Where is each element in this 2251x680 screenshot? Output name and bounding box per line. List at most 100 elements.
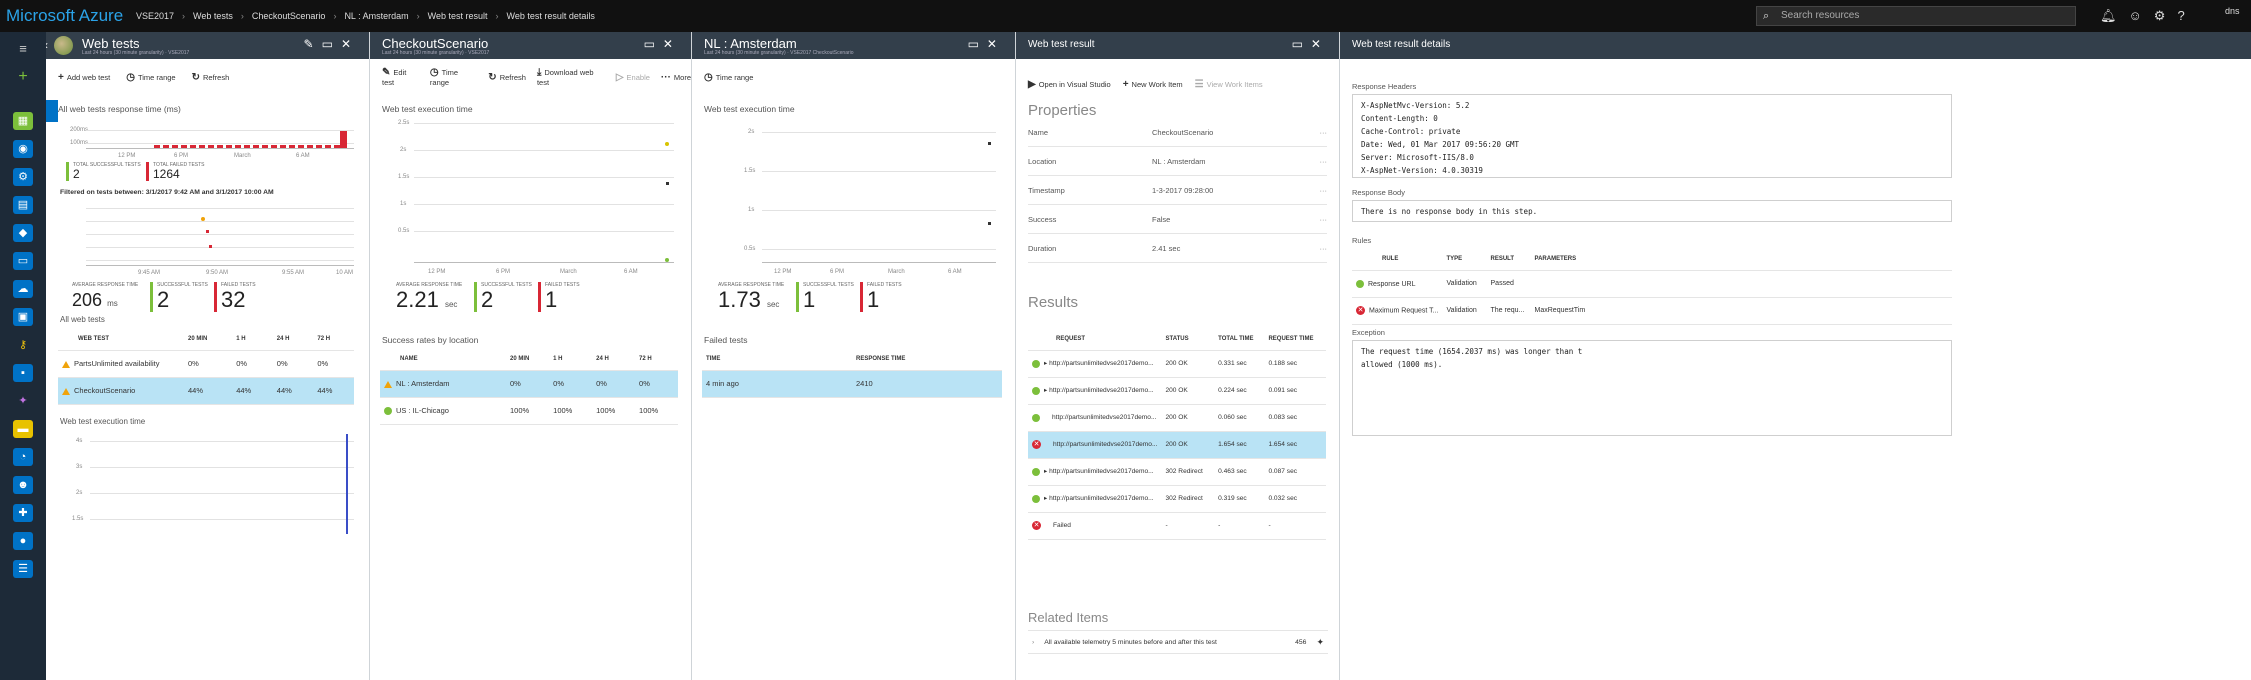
user-account[interactable]: dns xyxy=(2225,6,2240,16)
total-successful-metric[interactable]: TOTAL SUCCESSFUL TESTS 2 xyxy=(66,162,141,181)
col-header[interactable]: REQUEST TIME xyxy=(1264,328,1326,351)
refresh-button[interactable]: ↻ Refresh xyxy=(192,72,230,83)
failed-tests-metric[interactable]: FAILED TESTS 1 xyxy=(538,282,580,312)
edit-test-button[interactable]: ✎ Edit test xyxy=(382,67,419,87)
monitor-icon[interactable]: ▭ xyxy=(13,252,33,270)
avg-response-metric[interactable]: AVERAGE RESPONSE TIME 1.73 sec xyxy=(718,282,784,317)
new-work-item-button[interactable]: + New Work Item xyxy=(1123,79,1183,90)
brand-logo[interactable]: Microsoft Azure xyxy=(0,6,136,26)
table-row[interactable]: ▸ http://partsunlimitedvse2017demo... 20… xyxy=(1028,377,1326,405)
time-range-button[interactable]: ◷ Time range xyxy=(126,72,175,83)
more-button[interactable]: ··· More xyxy=(661,72,691,83)
col-header[interactable]: STATUS xyxy=(1161,328,1215,351)
window-controls[interactable]: ▭✕ xyxy=(644,37,681,51)
more-icon[interactable]: ··· xyxy=(1320,157,1328,166)
table-row[interactable]: ✕ Maximum Request T... Validation The req… xyxy=(1352,297,1952,325)
data-point[interactable] xyxy=(666,182,669,185)
col-header[interactable]: 24 H xyxy=(272,328,314,351)
menu-icon[interactable]: ≡ xyxy=(13,40,33,58)
chart-icon[interactable]: ◔ xyxy=(13,448,33,466)
table-row[interactable]: ▸ http://partsunlimitedvse2017demo... 30… xyxy=(1028,458,1326,486)
time-range-button[interactable]: ◷ Time range xyxy=(704,72,753,83)
data-point[interactable] xyxy=(665,142,669,146)
failed-tests-metric[interactable]: FAILED TESTS 32 xyxy=(214,282,256,312)
more-icon[interactable]: ··· xyxy=(1320,186,1328,195)
col-header[interactable]: 20 MIN xyxy=(184,328,233,351)
card-icon[interactable]: ▬ xyxy=(13,420,33,438)
table-row[interactable]: PartsUnlimited availability 0% 0% 0% 0% xyxy=(58,350,354,378)
table-row[interactable]: US : IL-Chicago 100% 100% 100% 100% xyxy=(380,397,678,425)
key-icon[interactable]: ⚷ xyxy=(13,336,33,354)
table-row[interactable]: ▸ http://partsunlimitedvse2017demo... 20… xyxy=(1028,350,1326,378)
bell-icon[interactable]: 🔔︎ xyxy=(2100,8,2117,24)
exception-box[interactable]: The request time (1654.2037 ms) was long… xyxy=(1352,340,1952,436)
col-header[interactable]: 20 MIN xyxy=(506,348,550,371)
breadcrumb-web-test-result[interactable]: Web test result xyxy=(428,11,488,21)
col-header[interactable]: REQUEST xyxy=(1028,328,1162,351)
col-header[interactable]: RULE xyxy=(1352,248,1443,271)
smiley-icon[interactable]: ☺ xyxy=(2129,8,2142,24)
related-item-row[interactable]: › All available telemetry 5 minutes befo… xyxy=(1028,630,1328,654)
table-row[interactable]: CheckoutScenario 44% 44% 44% 44% xyxy=(58,377,354,405)
more-icon[interactable]: ··· xyxy=(1320,128,1328,137)
col-header[interactable]: 24 H xyxy=(592,348,636,371)
cube-icon[interactable]: ◆ xyxy=(13,224,33,242)
refresh-button[interactable]: ↻ Refresh xyxy=(488,72,526,83)
list-icon[interactable]: ☰ xyxy=(13,560,33,578)
response-body-box[interactable]: There is no response body in this step. xyxy=(1352,200,1952,222)
table-row[interactable]: ✕ http://partsunlimitedvse2017demo... 200… xyxy=(1028,431,1326,459)
col-header[interactable]: PARAMETERS xyxy=(1530,248,1952,271)
data-point[interactable] xyxy=(988,222,991,225)
col-header[interactable]: TYPE xyxy=(1442,248,1487,271)
successful-tests-metric[interactable]: SUCCESSFUL TESTS 2 xyxy=(474,282,532,312)
briefcase-icon[interactable]: ▪ xyxy=(13,364,33,382)
people-icon[interactable]: ☻ xyxy=(13,476,33,494)
col-header[interactable]: TOTAL TIME xyxy=(1214,328,1265,351)
table-row[interactable]: http://partsunlimitedvse2017demo... 200 … xyxy=(1028,404,1326,432)
col-header[interactable]: 1 H xyxy=(232,328,273,351)
col-header[interactable]: 72 H xyxy=(635,348,678,371)
open-in-visual-studio-button[interactable]: ▶ Open in Visual Studio xyxy=(1028,79,1111,90)
data-point[interactable] xyxy=(201,217,205,221)
col-header[interactable]: TIME xyxy=(702,348,852,371)
data-point[interactable] xyxy=(209,245,212,248)
col-header[interactable]: RESULT xyxy=(1486,248,1531,271)
col-header[interactable]: 72 H xyxy=(313,328,354,351)
dashboard-icon[interactable]: ▦ xyxy=(13,112,33,130)
view-work-items-button[interactable]: ☰ View Work Items xyxy=(1195,79,1263,90)
plus-icon[interactable]: + xyxy=(13,68,33,86)
pin-icon[interactable]: ✦ xyxy=(13,392,33,410)
table-row[interactable]: ▸ http://partsunlimitedvse2017demo... 30… xyxy=(1028,485,1326,513)
avg-response-metric[interactable]: AVERAGE RESPONSE TIME 2.21 sec xyxy=(396,282,462,317)
enable-button[interactable]: ▷ Enable xyxy=(616,72,650,83)
successful-tests-metric[interactable]: SUCCESSFUL TESTS 2 xyxy=(150,282,208,312)
table-row[interactable]: NL : Amsterdam 0% 0% 0% 0% xyxy=(380,370,678,398)
gear-icon[interactable]: ⚙ xyxy=(2154,8,2166,24)
col-header[interactable]: RESPONSE TIME xyxy=(852,348,1002,371)
breadcrumb-checkout[interactable]: CheckoutScenario xyxy=(252,11,326,21)
database-icon[interactable]: ▤ xyxy=(13,196,33,214)
more-icon[interactable]: ··· xyxy=(1320,244,1328,253)
data-point[interactable] xyxy=(206,230,209,233)
breadcrumb-vse2017[interactable]: VSE2017 xyxy=(136,11,174,21)
window-controls[interactable]: ▭✕ xyxy=(1292,37,1329,51)
globe-icon[interactable]: ◉ xyxy=(13,140,33,158)
failed-tests-metric[interactable]: FAILED TESTS 1 xyxy=(860,282,902,312)
add-web-test-button[interactable]: + Add web test xyxy=(58,72,110,83)
help-icon[interactable]: ? xyxy=(2177,8,2184,24)
breadcrumb-amsterdam[interactable]: NL : Amsterdam xyxy=(344,11,408,21)
table-row[interactable]: ✕ Failed - - - xyxy=(1028,512,1326,540)
breadcrumb-details[interactable]: Web test result details xyxy=(506,11,594,21)
more-icon[interactable]: ··· xyxy=(1320,215,1328,224)
time-range-button[interactable]: ◷ Time range xyxy=(430,67,477,87)
col-header[interactable]: 1 H xyxy=(549,348,593,371)
cloud-icon[interactable]: ☁ xyxy=(13,280,33,298)
breadcrumb-web-tests[interactable]: Web tests xyxy=(193,11,233,21)
circle-icon[interactable]: ● xyxy=(13,532,33,550)
window-controls[interactable]: ▭✕ xyxy=(968,37,1005,51)
response-headers-box[interactable]: X-AspNetMvc-Version: 5.2 Content-Length:… xyxy=(1352,94,1952,178)
total-failed-metric[interactable]: TOTAL FAILED TESTS 1264 xyxy=(146,162,205,181)
puzzle-icon[interactable]: ✚ xyxy=(13,504,33,522)
gear-icon[interactable]: ⚙ xyxy=(13,168,33,186)
chevron-left-icon[interactable]: ‹ xyxy=(46,38,48,52)
